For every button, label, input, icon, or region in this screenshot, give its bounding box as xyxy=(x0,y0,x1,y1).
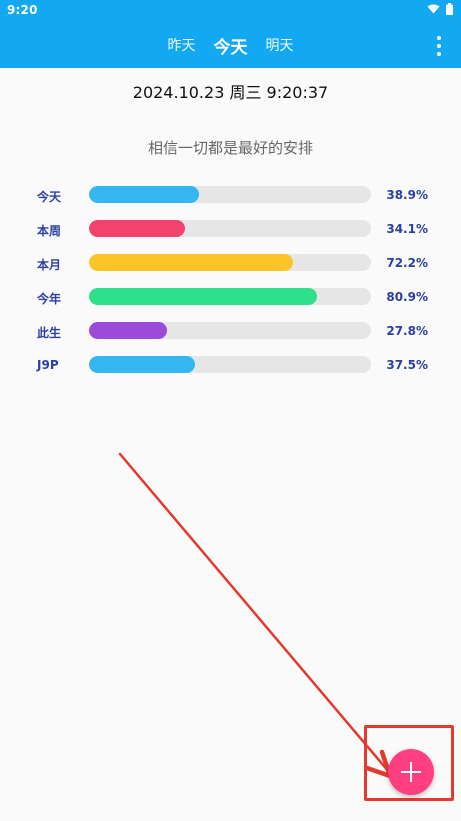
progress-value: 27.8% xyxy=(386,324,428,338)
progress-row-j9p: J9P 37.5% xyxy=(0,353,461,387)
annotation-arrow xyxy=(118,452,393,779)
progress-track xyxy=(89,356,371,373)
progress-fill xyxy=(89,288,318,305)
progress-track xyxy=(89,322,371,339)
progress-fill xyxy=(89,220,186,237)
progress-label: 此生 xyxy=(37,326,62,340)
app-bar: 9:20 昨天 今天 明天 xyxy=(0,0,461,68)
progress-value: 34.1% xyxy=(386,222,428,236)
plus-icon xyxy=(401,762,421,782)
wifi-icon xyxy=(427,4,440,14)
progress-value: 37.5% xyxy=(386,358,428,372)
current-datetime: 2024.10.23 周三 9:20:37 xyxy=(132,83,329,102)
status-time: 9:20 xyxy=(7,3,38,17)
more-options-icon[interactable] xyxy=(435,36,443,56)
progress-value: 80.9% xyxy=(386,290,428,304)
progress-track xyxy=(89,220,371,237)
tab-tomorrow[interactable]: 明天 xyxy=(266,35,294,55)
progress-track xyxy=(89,288,371,305)
progress-track xyxy=(89,254,371,271)
progress-row-year: 今年 80.9% xyxy=(0,285,461,319)
progress-label: J9P xyxy=(37,358,59,372)
progress-fill xyxy=(89,356,195,373)
progress-fill xyxy=(89,186,199,203)
battery-icon xyxy=(446,3,453,15)
progress-fill xyxy=(89,322,168,339)
progress-value: 38.9% xyxy=(386,188,428,202)
progress-label: 今年 xyxy=(37,292,62,306)
add-button[interactable] xyxy=(388,749,434,795)
progress-track xyxy=(89,186,371,203)
progress-value: 72.2% xyxy=(386,256,428,270)
progress-label: 今天 xyxy=(37,190,62,204)
tab-today[interactable]: 今天 xyxy=(214,33,248,58)
status-icons xyxy=(427,3,453,15)
progress-row-month: 本月 72.2% xyxy=(0,251,461,285)
progress-row-today: 今天 38.9% xyxy=(0,183,461,217)
progress-list: 今天 38.9% 本周 34.1% 本月 72.2% 今年 80.9% 此生 2… xyxy=(0,183,461,387)
progress-label: 本周 xyxy=(37,224,62,238)
day-tabs: 昨天 今天 明天 xyxy=(0,30,461,60)
progress-row-week: 本周 34.1% xyxy=(0,217,461,251)
tab-yesterday[interactable]: 昨天 xyxy=(168,35,196,55)
motto-text: 相信一切都是最好的安排 xyxy=(147,139,313,157)
progress-row-life: 此生 27.8% xyxy=(0,319,461,353)
progress-fill xyxy=(89,254,293,271)
progress-label: 本月 xyxy=(37,258,62,272)
